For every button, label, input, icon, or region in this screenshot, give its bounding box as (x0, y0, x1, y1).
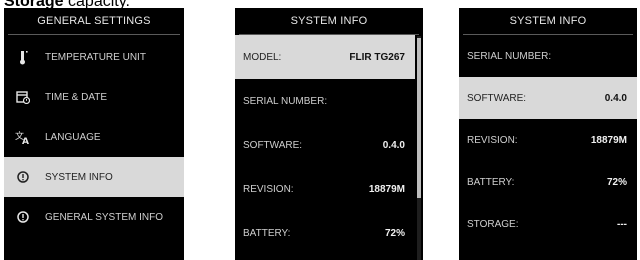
general-settings-screen: GENERAL SETTINGS TEMPERATURE UNIT TIME &… (4, 8, 184, 260)
menu-item-time-date[interactable]: TIME & DATE (4, 77, 184, 117)
info-value: 72% (606, 176, 627, 188)
info-value: --- (617, 218, 627, 230)
info-value: FLIR TG267 (349, 51, 405, 63)
system-info-screen-1: SYSTEM INFO MODEL: FLIR TG267 SERIAL NUM… (235, 8, 423, 260)
info-circle-icon (12, 206, 34, 228)
info-label: BATTERY: (467, 176, 515, 188)
info-row-software[interactable]: SOFTWARE: 0.4.0 (459, 77, 637, 119)
info-value: 18879M (368, 183, 405, 195)
info-label: REVISION: (467, 134, 518, 146)
thermometer-icon (12, 46, 34, 68)
info-value: 0.4.0 (604, 92, 627, 104)
info-label: SERIAL NUMBER: (467, 50, 552, 62)
info-label: BATTERY: (243, 227, 291, 239)
info-value: 72% (384, 227, 405, 239)
info-value: 18879M (590, 134, 627, 146)
calendar-clock-icon (12, 86, 34, 108)
info-row-battery[interactable]: BATTERY: 72% (235, 211, 415, 255)
info-row-revision[interactable]: REVISION: 18879M (459, 119, 637, 161)
menu-item-label: GENERAL SYSTEM INFO (45, 211, 163, 223)
info-circle-icon (12, 166, 34, 188)
language-icon: 文A (12, 126, 34, 148)
menu-item-general-system-info[interactable]: GENERAL SYSTEM INFO (4, 197, 184, 237)
info-list: SERIAL NUMBER: SOFTWARE: 0.4.0 REVISION:… (459, 35, 637, 245)
system-info-screen-2: SYSTEM INFO SERIAL NUMBER: SOFTWARE: 0.4… (459, 8, 637, 260)
info-row-storage[interactable]: STORAGE: --- (459, 203, 637, 245)
info-row-serial-number[interactable]: SERIAL NUMBER: (459, 35, 637, 77)
menu-item-label: TEMPERATURE UNIT (45, 51, 146, 63)
info-row-model[interactable]: MODEL: FLIR TG267 (235, 35, 415, 79)
title-divider (8, 34, 180, 35)
info-value: 0.4.0 (382, 139, 405, 151)
info-row-serial-number[interactable]: SERIAL NUMBER: (235, 79, 415, 123)
menu-item-language[interactable]: 文A LANGUAGE (4, 117, 184, 157)
info-list: MODEL: FLIR TG267 SERIAL NUMBER: SOFTWAR… (235, 35, 423, 255)
screen-title: SYSTEM INFO (290, 15, 368, 27)
menu-item-temperature-unit[interactable]: TEMPERATURE UNIT (4, 37, 184, 77)
info-row-revision[interactable]: REVISION: 18879M (235, 167, 415, 211)
info-row-battery[interactable]: BATTERY: 72% (459, 161, 637, 203)
info-label: SOFTWARE: (467, 92, 527, 104)
info-label: STORAGE: (467, 218, 519, 230)
info-label: SOFTWARE: (243, 139, 303, 151)
info-row-software[interactable]: SOFTWARE: 0.4.0 (235, 123, 415, 167)
menu-item-system-info[interactable]: SYSTEM INFO (4, 157, 184, 197)
info-label: MODEL: (243, 51, 282, 63)
screen-title: SYSTEM INFO (509, 15, 587, 27)
menu-item-label: SYSTEM INFO (45, 171, 113, 183)
menu-item-label: LANGUAGE (45, 131, 101, 143)
scrollbar[interactable] (417, 36, 421, 260)
info-label: SERIAL NUMBER: (243, 95, 328, 107)
scrollbar-thumb[interactable] (417, 38, 421, 198)
screen-title: GENERAL SETTINGS (37, 15, 151, 27)
menu-item-label: TIME & DATE (45, 91, 108, 103)
svg-text:A: A (22, 137, 29, 144)
info-label: REVISION: (243, 183, 294, 195)
